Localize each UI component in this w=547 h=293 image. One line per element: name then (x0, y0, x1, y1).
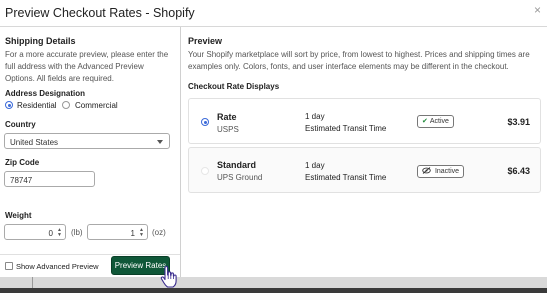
rate-days: 1 day (305, 161, 325, 170)
residential-radio[interactable] (5, 101, 13, 109)
rate-select-radio[interactable] (201, 167, 209, 175)
stepper-arrows-icon[interactable]: ▲ ▼ (57, 228, 62, 238)
weight-oz-stepper[interactable]: 1 ▲ ▼ (87, 224, 148, 240)
residential-label[interactable]: Residential (17, 101, 57, 110)
commercial-label[interactable]: Commercial (75, 101, 118, 110)
shipping-details-panel: Shipping Details For a more accurate pre… (0, 27, 181, 277)
eye-slash-icon (422, 167, 433, 175)
preview-heading: Preview (188, 36, 223, 46)
country-select[interactable]: United States (4, 133, 170, 149)
rate-card-usps[interactable]: Rate USPS 1 day Estimated Transit Time ✔… (188, 98, 541, 144)
status-badge[interactable]: Inactive (417, 165, 465, 178)
show-advanced-checkbox[interactable] (5, 262, 13, 270)
weight-label: Weight (5, 211, 32, 220)
shipping-details-intro: For a more accurate preview, please ente… (5, 50, 169, 83)
rate-transit-label: Estimated Transit Time (305, 173, 387, 182)
weight-oz-value: 1 (130, 229, 135, 238)
status-badge-label: Active (429, 118, 449, 125)
address-designation-label: Address Designation (5, 89, 86, 98)
rate-card-ups[interactable]: Standard UPS Ground 1 day Estimated Tran… (188, 147, 541, 193)
background-page-strip (0, 277, 547, 288)
rate-select-radio[interactable] (201, 118, 209, 126)
oz-unit-label: (oz) (152, 228, 166, 237)
stepper-arrows-icon[interactable]: ▲ ▼ (139, 228, 144, 238)
show-advanced-label[interactable]: Show Advanced Preview (16, 262, 99, 271)
background-divider (32, 277, 33, 288)
status-badge[interactable]: ✔ Active (417, 115, 454, 128)
rate-carrier: USPS (217, 125, 239, 134)
preview-panel: Preview Your Shopify marketplace will so… (181, 27, 547, 277)
chevron-down-icon (157, 140, 163, 144)
rate-price: $6.43 (507, 166, 530, 176)
rate-days: 1 day (305, 112, 325, 121)
commercial-radio[interactable] (62, 101, 70, 109)
rate-carrier: UPS Ground (217, 173, 263, 182)
shipping-details-heading: Shipping Details (5, 36, 76, 46)
rate-name: Rate (217, 112, 237, 122)
preview-checkout-rates-modal: Preview Checkout Rates - Shopify × Shipp… (0, 0, 547, 277)
left-footer-divider (0, 254, 180, 255)
country-value: United States (10, 138, 59, 147)
check-icon: ✔ (422, 118, 428, 125)
close-icon[interactable]: × (534, 3, 541, 17)
weight-lb-value: 0 (48, 229, 53, 238)
zip-code-label: Zip Code (5, 158, 40, 167)
lb-unit-label: (lb) (71, 228, 83, 237)
hand-pointer-icon (160, 265, 178, 293)
zip-code-value: 78747 (10, 176, 33, 185)
zip-code-input[interactable]: 78747 (4, 171, 95, 187)
rate-name: Standard (217, 160, 257, 170)
weight-lb-stepper[interactable]: 0 ▲ ▼ (4, 224, 66, 240)
status-badge-label: Inactive (434, 168, 460, 175)
modal-title: Preview Checkout Rates - Shopify (5, 6, 195, 20)
rate-price: $3.91 (507, 117, 530, 127)
checkout-rate-displays-heading: Checkout Rate Displays (188, 82, 280, 91)
country-label: Country (5, 120, 36, 129)
preview-description: Your Shopify marketplace will sort by pr… (188, 50, 530, 71)
rate-transit-label: Estimated Transit Time (305, 124, 387, 133)
